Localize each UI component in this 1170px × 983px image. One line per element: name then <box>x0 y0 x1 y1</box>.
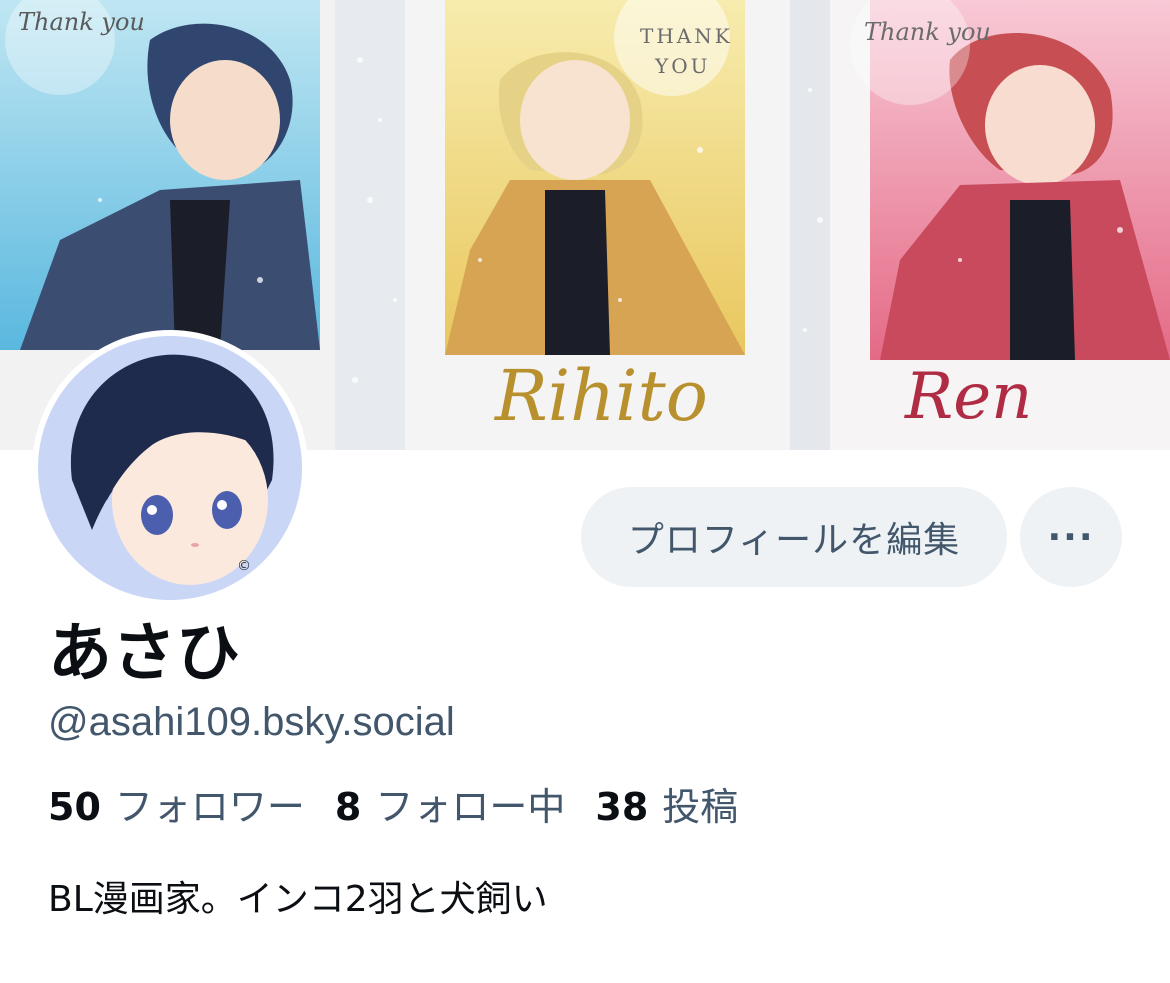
following-label: フォロー中 <box>375 785 566 829</box>
followers-stat[interactable]: 50 フォロワー <box>48 776 305 831</box>
card2-stamp-line2: YOU <box>655 54 711 78</box>
svg-text:©: © <box>237 558 251 574</box>
avatar-illustration: © <box>38 336 302 600</box>
card2-stamp-line1: THANK <box>640 24 733 48</box>
posts-label: 投稿 <box>662 785 739 829</box>
following-count: 8 <box>334 785 362 829</box>
following-stat[interactable]: 8 フォロー中 <box>335 776 565 831</box>
avatar[interactable]: © <box>32 330 308 606</box>
posts-count: 38 <box>595 785 649 829</box>
display-name: あさひ <box>48 617 240 691</box>
followers-count: 50 <box>48 785 101 829</box>
card2-signature: Rihito <box>495 355 708 437</box>
profile-handle: @asahi109.bsky.social <box>48 700 455 744</box>
profile-stats: 50 フォロワー 8 フォロー中 38 投稿 <box>48 776 738 831</box>
ellipsis-icon: ··· <box>1047 516 1095 558</box>
profile-bio: BL漫画家。インコ2羽と犬飼い <box>48 879 548 920</box>
card3-signature: Ren <box>905 360 1033 434</box>
followers-label: フォロワー <box>114 785 305 829</box>
posts-stat: 38 投稿 <box>595 776 738 831</box>
card1-stamp: Thank you <box>18 8 145 36</box>
edit-profile-button[interactable]: プロフィールを編集 <box>581 487 1007 587</box>
card3-stamp: Thank you <box>864 18 991 46</box>
more-options-button[interactable]: ··· <box>1020 487 1122 587</box>
